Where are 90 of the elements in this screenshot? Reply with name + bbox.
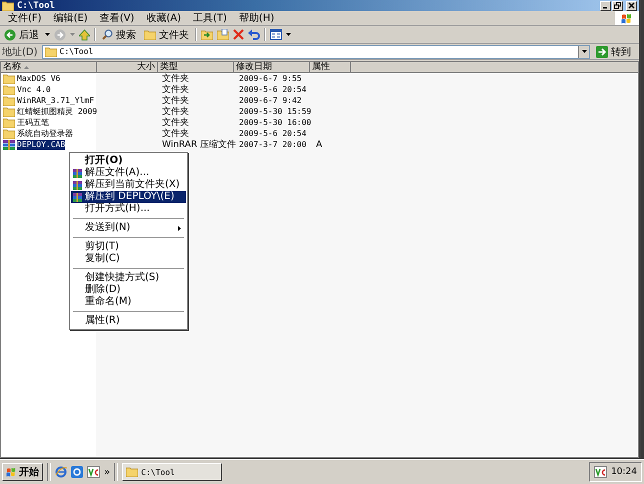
file-type: 文件夹 (162, 84, 189, 96)
file-type: 文件夹 (162, 106, 189, 118)
folder-icon (126, 467, 138, 477)
file-type: 文件夹 (162, 128, 189, 140)
views-icon[interactable] (270, 29, 282, 40)
start-button[interactable]: 开始 (2, 463, 43, 481)
taskbar-button[interactable]: C:\Tool (122, 463, 222, 481)
file-name[interactable]: DEPLOY.CAB (17, 140, 66, 150)
undo-icon[interactable] (248, 29, 260, 40)
context-menu-item[interactable]: 删除(D) (71, 284, 186, 296)
archive-icon (72, 168, 82, 178)
menu-item[interactable]: 工具(T) (187, 11, 233, 25)
move-to-folder-icon[interactable] (201, 29, 213, 40)
go-button[interactable]: 转到 (594, 44, 637, 58)
restore-button[interactable] (612, 0, 623, 10)
modified-date: 2009-5-30 16:00 (239, 118, 312, 127)
windows-logo-icon (6, 467, 17, 477)
browser-icon[interactable] (55, 466, 67, 478)
modified-date: 2009-5-6 20:54 (239, 85, 306, 94)
context-menu-item[interactable]: 解压到 DEPLOY\(E) (71, 191, 186, 203)
dropdown-arrow-icon[interactable] (45, 33, 50, 36)
menu-item[interactable]: 编辑(E) (48, 11, 94, 25)
address-label: 地址(D) (2, 46, 38, 58)
up-arrow-icon[interactable] (79, 28, 90, 40)
folder-icon (3, 128, 15, 138)
folder-icon (3, 84, 15, 94)
archive-icon (72, 192, 82, 202)
more-chevron[interactable]: » (104, 466, 110, 478)
clock: 10:24 (611, 467, 637, 477)
folder-icon (3, 106, 15, 116)
file-type: 文件夹 (162, 116, 189, 128)
folder-icon (44, 46, 57, 56)
context-menu-item[interactable]: 打开方式(H)... (71, 203, 186, 215)
back-arrow-icon (4, 28, 16, 40)
modified-date: 2007-3-7 20:00 (239, 140, 306, 149)
menu-item[interactable]: 收藏(A) (140, 11, 187, 25)
file-type: 文件夹 (162, 72, 189, 84)
search-button[interactable]: 搜索 (100, 28, 138, 42)
sort-arrow-icon (24, 66, 29, 68)
folder-icon (2, 0, 14, 10)
dropdown-arrow-icon[interactable] (286, 33, 291, 36)
file-name[interactable]: MaxDOS V6 (17, 74, 60, 84)
folder-icon (144, 30, 156, 40)
folder-icon (3, 118, 15, 128)
delete-icon[interactable] (233, 29, 244, 40)
modified-date: 2009-6-7 9:42 (239, 96, 302, 105)
archive-icon (72, 180, 82, 190)
folder-icon (3, 96, 15, 106)
menu-item[interactable]: 文件(F) (2, 11, 48, 25)
file-name[interactable]: WinRAR_3.71_YlmF (17, 96, 94, 106)
app-icon[interactable] (71, 466, 83, 478)
file-name[interactable]: 红蜻蜓抓图精灵 2009 (17, 106, 98, 116)
copy-to-folder-icon[interactable] (217, 29, 229, 40)
context-menu-item[interactable]: 解压到当前文件夹(X) (71, 179, 186, 191)
modified-date: 2009-5-6 20:54 (239, 129, 306, 138)
close-button[interactable] (626, 0, 637, 10)
file-name[interactable]: 系统自动登录器 (17, 128, 73, 138)
archive-icon (3, 140, 15, 150)
go-arrow-icon (596, 46, 608, 58)
close-icon (628, 2, 635, 9)
context-menu-item[interactable]: 打开(O) (71, 155, 186, 167)
submenu-arrow-icon (178, 226, 181, 230)
context-menu-item[interactable]: 剪切(T) (71, 241, 186, 253)
modified-date: 2009-6-7 9:55 (239, 74, 302, 83)
context-menu-item[interactable]: 解压文件(A)... (71, 167, 186, 179)
window-title: C:\Tool (17, 0, 55, 10)
context-menu-item[interactable]: 属性(R) (71, 315, 186, 327)
context-menu-item[interactable]: 重命名(M) (71, 296, 186, 308)
vc-app-icon[interactable] (594, 466, 608, 478)
menu-item[interactable]: 查看(V) (94, 11, 140, 25)
dropdown-arrow-icon (582, 50, 586, 53)
restore-icon (614, 2, 621, 9)
file-attributes: A (316, 140, 322, 150)
context-menu-item[interactable]: 复制(C) (71, 253, 186, 265)
vc-app-icon[interactable] (87, 466, 100, 478)
context-menu-item[interactable]: 发送到(N) (71, 222, 186, 234)
minimize-button[interactable] (600, 0, 611, 10)
file-type: WinRAR 压缩文件 (162, 138, 236, 151)
file-name[interactable]: 王码五笔 (17, 118, 49, 128)
modified-date: 2009-5-30 15:59 (239, 107, 312, 116)
windows-logo-icon (615, 11, 639, 25)
context-menu-item[interactable]: 创建快捷方式(S) (71, 272, 186, 284)
folders-button[interactable]: 文件夹 (142, 28, 191, 42)
file-name[interactable]: Vnc 4.0 (17, 84, 51, 94)
back-button[interactable]: 后退 (2, 28, 41, 42)
address-field[interactable]: C:\Tool (42, 44, 590, 58)
dropdown-button[interactable] (578, 46, 589, 58)
search-icon (102, 29, 113, 40)
menu-item[interactable]: 帮助(H) (232, 11, 280, 25)
file-type: 文件夹 (162, 94, 189, 106)
